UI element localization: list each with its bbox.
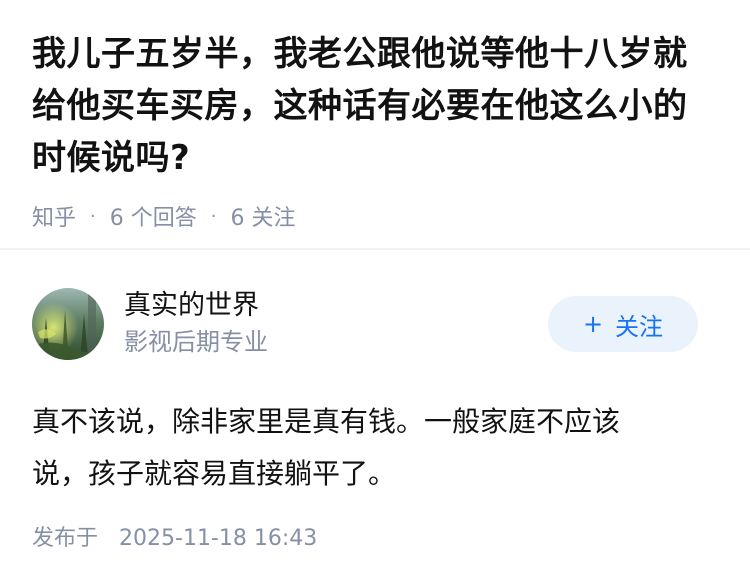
follow-label: 关注 <box>615 312 664 341</box>
publish-info: 发布于 2025-11-18 16:43 <box>32 520 317 552</box>
publish-time: 2025-11-18 16:43 <box>119 526 318 551</box>
question-title[interactable]: 我儿子五岁半，我老公跟他说等他十八岁就给他买车买房，这种话有必要在他这么小的时候… <box>32 28 718 184</box>
plus-icon: + <box>582 310 604 338</box>
follower-count[interactable]: 6 关注 <box>230 200 295 232</box>
answer-count[interactable]: 6 个回答 <box>110 200 197 232</box>
author-headline: 影视后期专业 <box>124 328 268 356</box>
author-info: 真实的世界 影视后期专业 <box>124 288 268 360</box>
follow-button[interactable]: + 关注 <box>548 296 698 352</box>
separator-dot: · <box>90 205 96 227</box>
question-meta: 知乎 · 6 个回答 · 6 关注 <box>32 200 718 232</box>
author-name[interactable]: 真实的世界 <box>124 288 268 324</box>
question-header: 我儿子五岁半，我老公跟他说等他十八岁就给他买车买房，这种话有必要在他这么小的时候… <box>0 0 750 250</box>
avatar-image-icon <box>32 288 104 360</box>
answer-card: 真实的世界 影视后期专业 + 关注 真不该说，除非家里是真有钱。一般家庭不应该说… <box>0 250 750 500</box>
publish-prefix: 发布于 <box>32 526 99 551</box>
avatar[interactable] <box>32 288 104 360</box>
author-row: 真实的世界 影视后期专业 + 关注 <box>32 286 718 362</box>
page: 我儿子五岁半，我老公跟他说等他十八岁就给他买车买房，这种话有必要在他这么小的时候… <box>0 0 750 588</box>
source-label[interactable]: 知乎 <box>32 200 76 232</box>
answer-content[interactable]: 真不该说，除非家里是真有钱。一般家庭不应该说，孩子就容易直接躺平了。 <box>32 396 672 500</box>
separator-dot: · <box>210 205 217 227</box>
